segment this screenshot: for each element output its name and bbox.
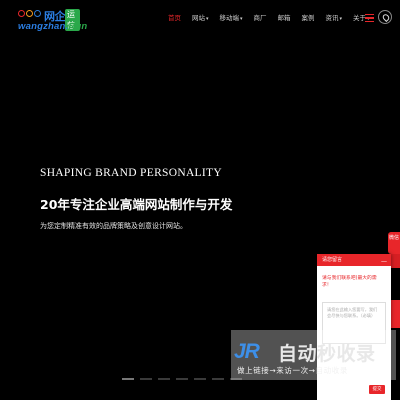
page: 网企 运营 wangzhan.Run 首页 网站▾ 移动端▾ 商厂 邮箱 案例 …: [0, 0, 400, 400]
message-greeting: 请与我们联系吧(最大的需求！: [322, 276, 377, 288]
slider-dot[interactable]: [212, 378, 224, 380]
submit-button[interactable]: 提交: [369, 385, 385, 394]
close-icon[interactable]: —: [381, 256, 387, 268]
chevron-down-icon: ▾: [240, 16, 243, 22]
chevron-down-icon: ▾: [206, 16, 209, 22]
nav-item-shop[interactable]: 商厂: [254, 12, 267, 22]
chevron-down-icon: ▾: [339, 16, 343, 22]
watermark-title: 自动秒收录: [278, 343, 376, 365]
slider-dot[interactable]: [176, 378, 188, 380]
site-header: 网企 运营 wangzhan.Run 首页 网站▾ 移动端▾ 商厂 邮箱 案例 …: [0, 0, 400, 38]
message-panel-header: 请您留言 —: [317, 254, 391, 266]
main-nav: 首页 网站▾ 移动端▾ 商厂 邮箱 案例 资讯▾ 关于▾: [168, 12, 381, 22]
nav-item-mail[interactable]: 邮箱: [278, 12, 291, 22]
nav-item-mobile[interactable]: 移动端▾: [220, 12, 243, 22]
logo-rings-icon: [18, 10, 41, 17]
nav-item-home[interactable]: 首页: [168, 12, 181, 22]
watermark-banner: JR 自动秒收录 做上链接→来访一次→自动收录: [231, 330, 396, 380]
watermark-subtitle: 做上链接→来访一次→自动收录: [237, 366, 348, 375]
hamburger-menu-icon[interactable]: [365, 14, 374, 23]
slider-dot[interactable]: [140, 378, 152, 380]
side-tab-wechat[interactable]: 微信: [388, 232, 400, 254]
site-logo[interactable]: 网企 运营 wangzhan.Run: [18, 8, 87, 34]
hero-subtitle: 为您定制精准有效的品牌策略及创意设计网站。: [40, 222, 187, 230]
hero-title-cn: 20年专注企业高端网站制作与开发: [40, 197, 233, 212]
nav-item-news[interactable]: 资讯▾: [326, 12, 343, 22]
slider-dot[interactable]: [158, 378, 170, 380]
slider-dot[interactable]: [122, 378, 134, 380]
slider-pagination: [122, 378, 242, 380]
hero-title-en: SHAPING BRAND PERSONALITY: [40, 167, 222, 179]
nav-item-cases[interactable]: 案例: [302, 12, 315, 22]
slider-dot[interactable]: [194, 378, 206, 380]
nav-item-website[interactable]: 网站▾: [192, 12, 209, 22]
watermark-logo: JR: [234, 340, 260, 363]
location-pin-icon[interactable]: [378, 10, 392, 24]
logo-en-text: wangzhan.Run: [18, 21, 88, 32]
